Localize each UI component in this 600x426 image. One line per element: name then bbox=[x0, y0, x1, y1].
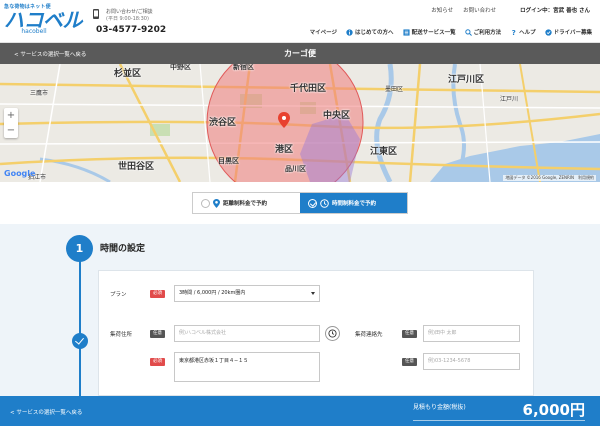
map-label-minato: 港区 bbox=[275, 145, 294, 155]
pickup-company-input[interactable]: 例)ハコベル株式会社 bbox=[174, 325, 320, 342]
distance-pricing-label: 距離制料金で予約 bbox=[223, 201, 268, 207]
plan-label: プラン bbox=[110, 292, 127, 298]
map-attribution[interactable]: 地図データ ©2016 Google, ZENRIN 利用規約 bbox=[503, 175, 596, 181]
time-pricing-option[interactable]: 時間制料金で予約 bbox=[300, 193, 407, 213]
nav-item-driver-recruit[interactable]: ドライバー募集 bbox=[544, 28, 592, 36]
map-label-shinagawa: 品川区 bbox=[285, 165, 306, 173]
map-zoom-control: + − bbox=[4, 108, 18, 138]
map-label-chuo: 中央区 bbox=[323, 111, 351, 121]
truck-icon bbox=[544, 28, 552, 36]
main-nav: マイページ はじめての方へ 配送サービス一覧 ご利用方法 ? ヘルプ ドライバー… bbox=[310, 28, 592, 36]
pricing-mode-area: 距離制料金で予約 時間制料金で予約 bbox=[0, 182, 600, 224]
map-label-suginami: 杉並区 bbox=[114, 69, 142, 79]
optional-badge: 任意 bbox=[402, 330, 417, 338]
required-badge: 必須 bbox=[150, 290, 165, 298]
pickup-company-placeholder: 例)ハコベル株式会社 bbox=[179, 330, 226, 336]
contact-phone-number[interactable]: 03-4577-9202 bbox=[96, 25, 166, 35]
optional-badge: 任意 bbox=[402, 358, 417, 366]
page-title-bar: カーゴ便 < サービスの選択一覧へ戻る bbox=[0, 43, 600, 64]
estimate-price: 6,000円 bbox=[522, 401, 585, 419]
clock-icon bbox=[320, 198, 329, 208]
pickup-contact-label: 集荷連絡先 bbox=[355, 332, 383, 338]
plan-select[interactable]: 3時間 / 6,000円 / 20km圏内 bbox=[174, 285, 320, 302]
zoom-out-button[interactable]: − bbox=[4, 123, 18, 138]
plan-select-value: 3時間 / 6,000円 / 20km圏内 bbox=[179, 290, 246, 296]
map-label-meguro: 目黒区 bbox=[218, 157, 239, 165]
map-label-edogawa-river: 江戸川 bbox=[500, 96, 519, 103]
info-icon bbox=[346, 28, 353, 36]
distance-radio[interactable] bbox=[201, 198, 210, 208]
google-logo: Google bbox=[4, 169, 36, 178]
pickup-address-label: 集荷住所 bbox=[110, 332, 133, 338]
contact-link[interactable]: お問い合わせ bbox=[463, 6, 496, 14]
zoom-in-button[interactable]: + bbox=[4, 108, 18, 123]
svg-text:?: ? bbox=[512, 29, 516, 36]
step-number-badge: 1 bbox=[66, 235, 93, 262]
login-status: ログイン中：宮武 善也 さん bbox=[520, 8, 590, 14]
utility-links: お知らせ お問い合わせ ログイン中：宮武 善也 さん bbox=[431, 6, 590, 14]
nav-item-help[interactable]: ? ヘルプ bbox=[510, 28, 536, 36]
step-timeline bbox=[79, 256, 81, 396]
pickup-address-textarea[interactable]: 東京都港区赤坂１丁目４−１５ bbox=[174, 352, 320, 382]
map-label-setagaya: 世田谷区 bbox=[118, 162, 155, 172]
chevron-down-icon bbox=[311, 292, 315, 295]
map-label-nakano: 中野区 bbox=[170, 64, 191, 71]
time-settings-card: プラン 必須 3時間 / 6,000円 / 20km圏内 集荷住所 任意 例)ハ… bbox=[98, 270, 534, 396]
map-label-mitaka: 三鷹市 bbox=[30, 90, 49, 97]
site-header: 急な荷物はネット便 ハコベル hacobell お問い合わせ/ご相談 (平日 9… bbox=[0, 0, 600, 43]
time-pricing-label: 時間制料金で予約 bbox=[332, 201, 377, 207]
map-pin-icon bbox=[213, 198, 220, 208]
map-label-sumida: 墨田区 bbox=[385, 86, 404, 93]
nav-item-how-to-use[interactable]: ご利用方法 bbox=[464, 28, 502, 36]
nav-item-services[interactable]: 配送サービス一覧 bbox=[403, 28, 456, 36]
search-icon bbox=[464, 28, 472, 36]
news-link[interactable]: お知らせ bbox=[431, 6, 453, 14]
hacobell-logo[interactable]: 急な荷物はネット便 ハコベル hacobell bbox=[4, 3, 84, 41]
estimate-label: 見積もり金額(税抜) bbox=[413, 404, 466, 411]
logo-wordmark: ハコベル bbox=[4, 8, 83, 32]
contact-label: お問い合わせ/ご相談 bbox=[106, 9, 153, 15]
distance-pricing-option[interactable]: 距離制料金で予約 bbox=[193, 193, 300, 213]
contact-name-placeholder: 例)田中 太郎 bbox=[428, 330, 457, 336]
footer-back-link[interactable]: < サービスの選択一覧へ戻る bbox=[10, 408, 82, 416]
time-radio[interactable] bbox=[308, 198, 317, 208]
nav-item-first-time[interactable]: はじめての方へ bbox=[346, 28, 394, 36]
pickup-address-value: 東京都港区赤坂１丁目４−１５ bbox=[179, 358, 249, 364]
map-label-shibuya: 渋谷区 bbox=[209, 118, 237, 128]
nav-item-mypage[interactable]: マイページ bbox=[310, 28, 337, 36]
history-clock-icon bbox=[328, 329, 337, 338]
page-title: カーゴ便 bbox=[284, 49, 316, 58]
check-icon bbox=[72, 333, 88, 349]
service-area-map[interactable]: 杉並区 中野区 新宿区 千代田区 江戸川区 渋谷区 中央区 港区 江東区 世田谷… bbox=[0, 64, 600, 182]
contact-hours: (平日 9:00-18:30) bbox=[106, 16, 149, 22]
map-label-koto: 江東区 bbox=[370, 147, 398, 157]
contact-name-input[interactable]: 例)田中 太郎 bbox=[423, 325, 520, 342]
phone-icon bbox=[93, 9, 99, 19]
estimate-box: 見積もり金額(税抜) 6,000円 bbox=[413, 398, 593, 424]
contact-phone-input[interactable]: 例)03-1234-5678 bbox=[423, 353, 520, 370]
estimate-underline bbox=[413, 420, 585, 421]
map-label-chiyoda: 千代田区 bbox=[290, 84, 327, 94]
nav-item-label: ご利用方法 bbox=[473, 30, 502, 36]
nav-item-label: マイページ bbox=[309, 30, 338, 36]
map-label-edogawa: 江戸川区 bbox=[448, 75, 485, 85]
step-title: 時間の設定 bbox=[100, 244, 146, 254]
required-badge: 必須 bbox=[150, 358, 165, 366]
address-history-button[interactable] bbox=[325, 326, 340, 341]
map-label-shinjuku: 新宿区 bbox=[233, 64, 254, 71]
back-to-services-link[interactable]: < サービスの選択一覧へ戻る bbox=[14, 50, 86, 58]
nav-item-label: ヘルプ bbox=[519, 30, 536, 36]
pricing-mode-toggle: 距離制料金で予約 時間制料金で予約 bbox=[192, 192, 408, 214]
help-icon: ? bbox=[512, 29, 516, 36]
contact-phone-placeholder: 例)03-1234-5678 bbox=[428, 358, 471, 364]
nav-item-label: ドライバー募集 bbox=[553, 30, 592, 36]
nav-item-label: 配送サービス一覧 bbox=[411, 30, 456, 36]
optional-badge: 任意 bbox=[150, 330, 165, 338]
nav-item-label: はじめての方へ bbox=[355, 30, 394, 36]
list-icon bbox=[403, 28, 410, 36]
estimate-footer: < サービスの選択一覧へ戻る 見積もり金額(税抜) 6,000円 bbox=[0, 396, 600, 426]
